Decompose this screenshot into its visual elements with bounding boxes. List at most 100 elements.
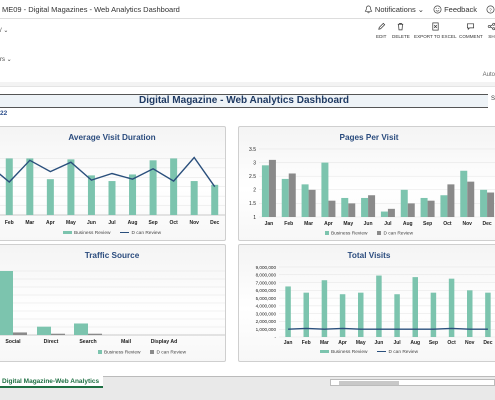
comment-icon xyxy=(467,23,475,31)
x-tick-label: Jul xyxy=(108,220,116,226)
auto-label: Auto xyxy=(482,72,495,78)
x-tick-label: Sep xyxy=(149,220,158,226)
y-tick-label: 2,000,000 xyxy=(256,319,277,324)
legend-swatch xyxy=(377,231,382,235)
filters-dropdown[interactable]: rs ⌄ xyxy=(0,56,12,63)
edit-button[interactable]: EDIT xyxy=(376,22,386,39)
comment-label: COMMENT xyxy=(459,34,483,39)
bar-business-review xyxy=(339,294,346,337)
x-tick-label: May xyxy=(66,220,76,226)
x-tick-label: Nov xyxy=(463,221,473,227)
bar-business-review xyxy=(420,197,428,217)
toolbar: EDIT DELETE EXPORT TO EXCEL COMMENT SH /… xyxy=(0,19,495,42)
help-button[interactable]: ? xyxy=(486,5,495,14)
bar-business-review xyxy=(46,179,54,215)
legend-item: Business Review xyxy=(324,231,368,237)
legend-item: Business Review xyxy=(319,350,368,355)
legend-swatch xyxy=(319,350,329,354)
share-button[interactable]: SH xyxy=(487,22,495,39)
bar-d-can-review xyxy=(427,200,435,217)
legend-swatch xyxy=(97,350,102,354)
y-tick-label: 1.5 xyxy=(249,201,256,207)
chart-legend: Business Review D can Review xyxy=(0,350,225,355)
export-to-excel-button[interactable]: EXPORT TO EXCEL xyxy=(414,22,457,39)
dashboard-right-char: S xyxy=(490,96,495,102)
notifications-button[interactable]: Notifications ⌄ xyxy=(364,5,424,14)
x-tick-label: Display Ad xyxy=(151,339,178,345)
y-tick-label: 5,000,000 xyxy=(256,296,277,301)
legend-label: D can Review xyxy=(131,231,162,236)
sheet-tab-digital-magazine[interactable]: Digital Magazine-Web Analytics xyxy=(0,376,104,388)
excel-icon xyxy=(432,22,439,31)
y-tick-label: 1,000,000 xyxy=(256,327,277,332)
x-tick-label: Feb xyxy=(5,220,14,226)
delete-label: DELETE xyxy=(392,34,410,39)
svg-text:?: ? xyxy=(489,7,492,13)
title-bar: ME09 - Digital Magazines - Web Analytics… xyxy=(0,0,495,19)
y-tick-label: 3 xyxy=(253,160,256,166)
x-tick-label: Jan xyxy=(265,221,274,227)
bar-business-review xyxy=(321,162,329,217)
help-icon: ? xyxy=(486,5,495,13)
bar-business-review xyxy=(341,197,349,217)
bar-business-review xyxy=(467,290,473,337)
bar-business-review xyxy=(460,170,468,217)
bar-business-review xyxy=(412,277,418,337)
feedback-button[interactable]: Feedback xyxy=(433,5,477,14)
legend-label: Business Review xyxy=(103,350,141,356)
chart-legend: Business Review D can Review xyxy=(0,231,225,236)
bar-d-can-review xyxy=(308,189,316,217)
average-visit-duration-panel: Average Visit Duration Feb Mar Apr May Jun Ju… xyxy=(0,126,226,241)
bar-d-can-review xyxy=(268,159,276,217)
bar-business-review xyxy=(170,158,178,215)
y-tick-label: 2.5 xyxy=(249,174,256,180)
y-tick-label: 8,000,000 xyxy=(256,273,277,278)
scrollbar-thumb[interactable] xyxy=(339,381,399,385)
pencil-icon xyxy=(378,22,385,30)
bar-d-can-review xyxy=(288,173,296,217)
notifications-label: Notifications xyxy=(374,4,416,14)
bar-d-can-review xyxy=(387,208,395,217)
bar-business-review xyxy=(400,189,408,217)
y-tick-label: 3.5 xyxy=(249,147,256,153)
bar-business-review xyxy=(440,195,448,217)
x-tick-label: Apr xyxy=(46,220,55,226)
bar-d-can-review xyxy=(407,203,415,217)
x-tick-label: Jul xyxy=(384,221,392,227)
chevron-down-icon: ⌄ xyxy=(3,28,9,34)
x-tick-label: Aug xyxy=(128,220,138,226)
bar-business-review xyxy=(37,326,51,335)
legend-label: Business Review xyxy=(330,231,368,237)
bar-d-can-review xyxy=(487,192,495,217)
bar-business-review xyxy=(108,181,116,215)
bar-business-review xyxy=(430,292,437,337)
comment-button[interactable]: COMMENT xyxy=(459,22,483,39)
delete-button[interactable]: DELETE xyxy=(392,22,410,39)
x-tick-label: Apr xyxy=(338,340,347,346)
x-tick-label: Jul xyxy=(393,340,401,346)
view-dropdown[interactable]: / ⌄ xyxy=(0,27,8,34)
export-label: EXPORT TO EXCEL xyxy=(414,34,457,39)
x-tick-label: Oct xyxy=(447,340,456,346)
x-tick-label: Oct xyxy=(169,220,178,226)
bar-business-review xyxy=(281,178,289,217)
horizontal-scrollbar[interactable] xyxy=(330,379,495,386)
bar-d-can-review xyxy=(88,333,102,335)
y-tick-label: 2 xyxy=(253,188,256,194)
x-tick-label: Mail xyxy=(121,339,132,345)
legend-item: D can Review xyxy=(150,350,186,355)
x-tick-label: Mar xyxy=(304,221,313,227)
bar-business-review xyxy=(358,292,364,337)
bar-business-review xyxy=(211,184,219,215)
legend-label: Business Review xyxy=(330,350,368,355)
total-visits-chart: - 1,000,000 2,000,000 3,000,000 4,000,000 5,0… xyxy=(256,265,495,346)
legend-item: D can Review xyxy=(120,231,161,236)
x-tick-label: Dec xyxy=(483,340,492,346)
x-tick-label: May xyxy=(356,340,366,346)
x-tick-label: Mar xyxy=(25,220,34,226)
feedback-label: Feedback xyxy=(444,4,477,14)
smiley-icon xyxy=(433,5,442,13)
legend-item: D can Review xyxy=(377,350,418,355)
edit-label: EDIT xyxy=(376,34,387,39)
total-visits-panel: Total Visits -1,000,000 2,000,000 3,000,00… xyxy=(238,244,495,362)
